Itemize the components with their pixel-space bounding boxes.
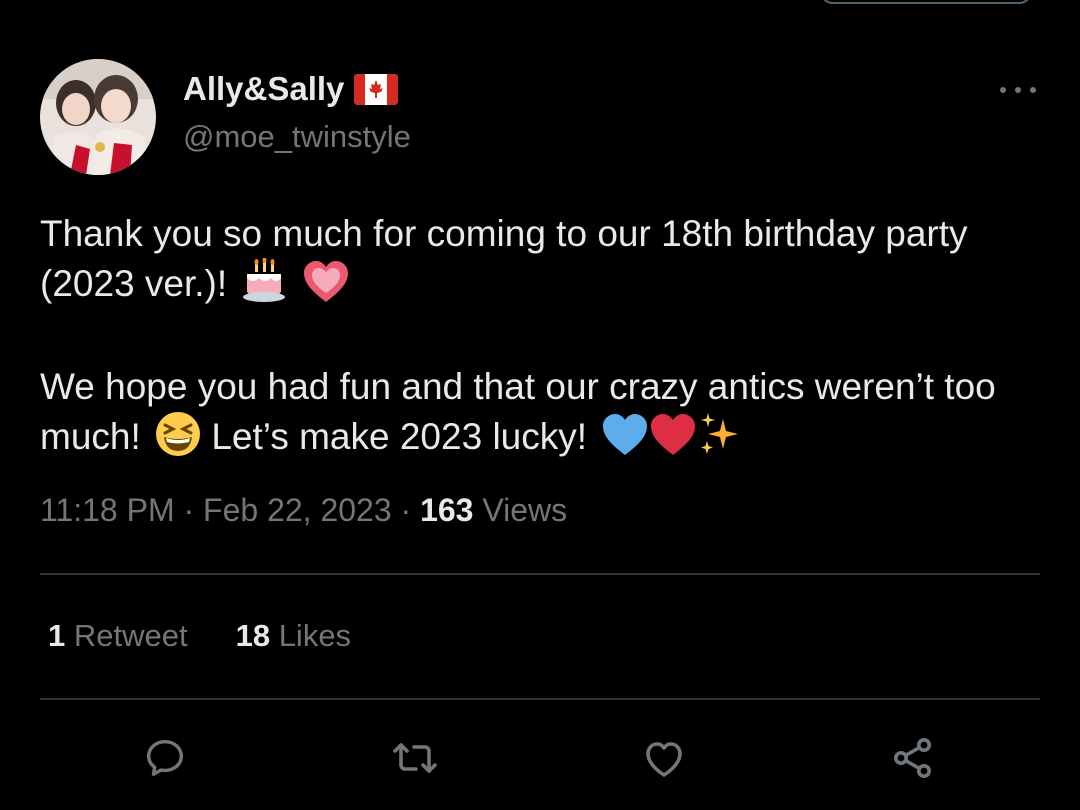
canada-flag-icon xyxy=(354,73,399,105)
blue-heart-icon xyxy=(601,413,649,469)
likes-count: 18 xyxy=(235,618,271,653)
share-button[interactable] xyxy=(888,733,938,783)
author-display-name[interactable]: Ally&Sally xyxy=(183,70,399,108)
tweet-line-2b: Let’s make 2023 lucky! xyxy=(211,416,588,457)
reply-button[interactable] xyxy=(140,733,190,783)
retweet-button[interactable] xyxy=(390,733,440,783)
tweet-meta: 11:18 PM · Feb 22, 2023 · 163 Views xyxy=(40,492,567,529)
likes-label: Likes xyxy=(270,618,352,653)
tweet-text: Thank you so much for coming to our 18th… xyxy=(40,210,1050,469)
growing-heart-icon xyxy=(302,260,350,316)
display-name-text: Ally&Sally xyxy=(183,70,345,107)
views-count: 163 xyxy=(420,492,474,528)
more-icon-dot xyxy=(1015,87,1021,93)
tweet-date[interactable]: Feb 22, 2023 xyxy=(203,492,392,528)
meta-separator: · xyxy=(174,492,204,528)
share-icon xyxy=(894,738,931,778)
divider xyxy=(40,698,1040,700)
reply-icon xyxy=(146,739,184,777)
retweets-stat[interactable]: 1 Retweet xyxy=(48,618,188,654)
author-handle[interactable]: @moe_twinstyle xyxy=(183,119,411,155)
views-label: Views xyxy=(473,492,568,528)
retweets-count: 1 xyxy=(48,618,66,653)
tweet-paragraph-1: Thank you so much for coming to our 18th… xyxy=(40,210,1050,316)
more-icon-dot xyxy=(1030,87,1036,93)
more-icon xyxy=(1000,87,1006,93)
tweet-line-1: Thank you so much for coming to our 18th… xyxy=(40,213,968,304)
like-button[interactable] xyxy=(639,733,689,783)
tweet-paragraph-2: We hope you had fun and that our crazy a… xyxy=(40,363,1050,469)
divider xyxy=(40,573,1040,575)
grinning-squinting-face-icon xyxy=(155,411,201,469)
tweet-time[interactable]: 11:18 PM xyxy=(40,492,175,528)
red-heart-icon xyxy=(649,413,697,469)
likes-stat[interactable]: 18 Likes xyxy=(236,618,351,654)
birthday-cake-icon xyxy=(241,257,287,316)
retweet-icon xyxy=(393,743,437,773)
top-button-edge[interactable] xyxy=(820,0,1032,4)
more-options-button[interactable] xyxy=(1000,82,1036,98)
heart-icon xyxy=(646,742,682,777)
meta-separator: · xyxy=(391,492,421,528)
avatar-image xyxy=(40,59,156,175)
engagement-stats: 1 Retweet 18 Likes xyxy=(48,618,399,654)
retweets-label: Retweet xyxy=(65,618,188,653)
avatar[interactable] xyxy=(40,59,156,175)
sparkles-icon xyxy=(697,411,743,469)
